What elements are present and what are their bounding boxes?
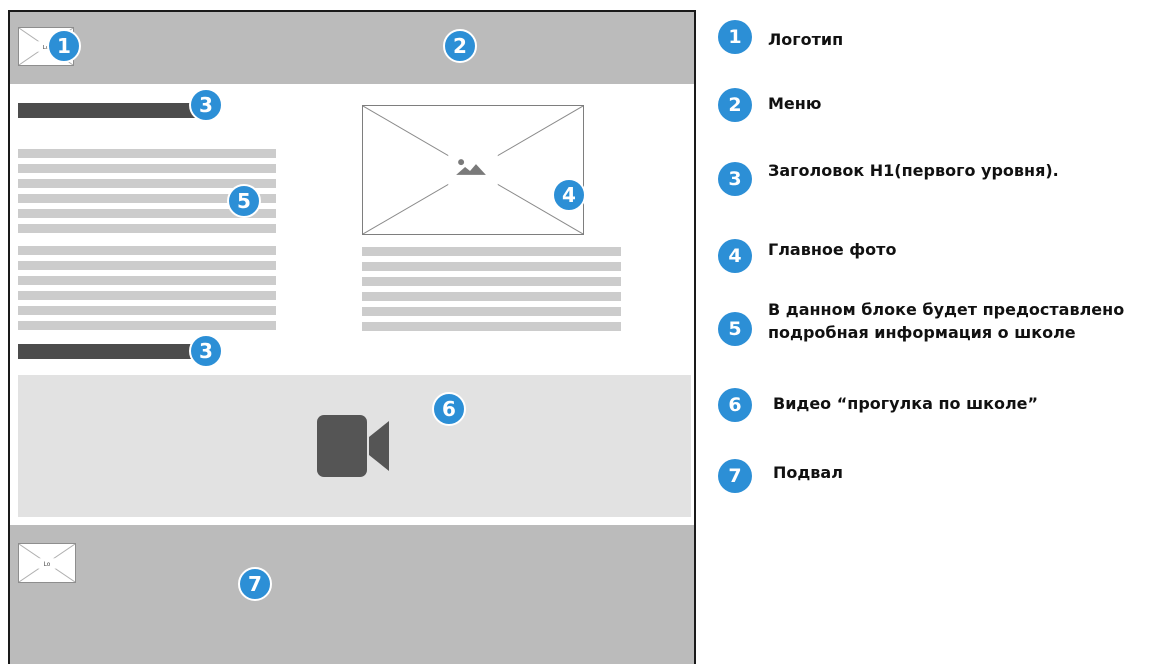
text-line [18,224,276,233]
legend-badge: 4 [718,239,752,273]
h1-heading-bar-bottom [18,344,196,359]
legend-badge: 1 [718,20,752,54]
legend-badge: 2 [718,88,752,122]
text-line [362,277,621,286]
legend-badge: 3 [718,162,752,196]
header-band [10,12,694,84]
text-line [18,246,276,255]
badge-info: 5 [227,184,261,218]
text-line [18,164,276,173]
main-photo-placeholder [362,105,584,235]
legend-label: Подвал [773,463,843,482]
footer-band [10,525,694,664]
legend-label-line2: подробная информация о школе [768,323,1076,342]
text-line [18,306,276,315]
text-line [362,322,621,331]
text-line [18,276,276,285]
legend-label: Меню [768,94,822,113]
text-line [18,149,276,158]
badge-menu: 2 [443,29,477,63]
legend-badge: 6 [718,388,752,422]
legend-badge: 5 [718,312,752,346]
legend-label: Главное фото [768,240,897,259]
text-line [362,247,621,256]
footer-logo-placeholder: Lo [18,543,76,583]
video-camera-icon [317,415,391,477]
text-line [362,292,621,301]
text-line [18,321,276,330]
text-line [18,261,276,270]
badge-heading-top: 3 [189,88,223,122]
text-line [362,307,621,316]
legend-label: Видео “прогулка по школе” [773,394,1039,413]
text-line [362,262,621,271]
legend-badge: 7 [718,459,752,493]
badge-logo: 1 [47,29,81,63]
badge-footer: 7 [238,567,272,601]
badge-photo: 4 [552,178,586,212]
wireframe-frame: Lo Lo [8,10,696,664]
badge-heading-bottom: 3 [189,334,223,368]
badge-video: 6 [432,392,466,426]
legend-label: Заголовок H1(первого уровня). [768,161,1059,180]
footer-logo-text: Lo [44,562,51,568]
h1-heading-bar-top [18,103,196,118]
legend-label: Логотип [768,30,844,49]
text-line [18,291,276,300]
legend-label-line1: В данном блоке будет предоставлено [768,300,1125,319]
